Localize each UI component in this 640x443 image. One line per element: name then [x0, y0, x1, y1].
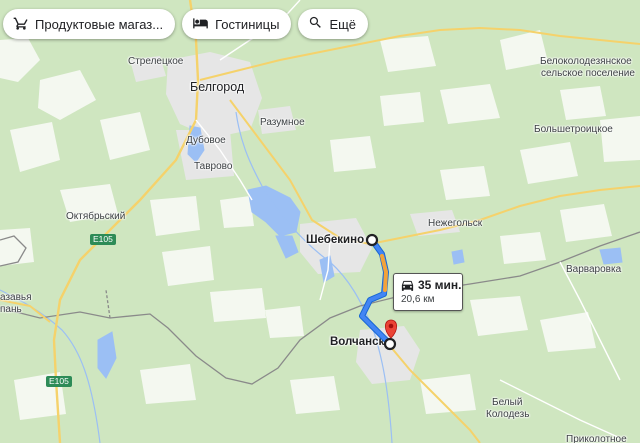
route-time: 35 мин.	[418, 278, 462, 292]
chip-more-label: Ещё	[329, 16, 357, 32]
bed-icon	[192, 15, 209, 34]
destination-pin-icon[interactable]	[384, 319, 398, 339]
route-info-box[interactable]: 35 мин. 20,6 км	[393, 273, 463, 311]
cart-icon	[13, 15, 29, 34]
route-overlay	[359, 233, 398, 351]
filter-chips: Продуктовые магаз... Гостиницы Ещё	[3, 9, 369, 39]
chip-grocery-label: Продуктовые магаз...	[35, 16, 164, 32]
chip-hotels-label: Гостиницы	[215, 16, 280, 32]
origin-circle-icon[interactable]	[365, 233, 379, 247]
search-icon	[308, 15, 323, 33]
chip-grocery[interactable]: Продуктовые магаз...	[3, 9, 176, 39]
chip-hotels[interactable]: Гостиницы	[182, 9, 292, 39]
map-canvas[interactable]: Продуктовые магаз... Гостиницы Ещё Стрел…	[0, 0, 640, 443]
chip-more[interactable]: Ещё	[298, 9, 369, 39]
route-distance: 20,6 км	[401, 294, 435, 305]
